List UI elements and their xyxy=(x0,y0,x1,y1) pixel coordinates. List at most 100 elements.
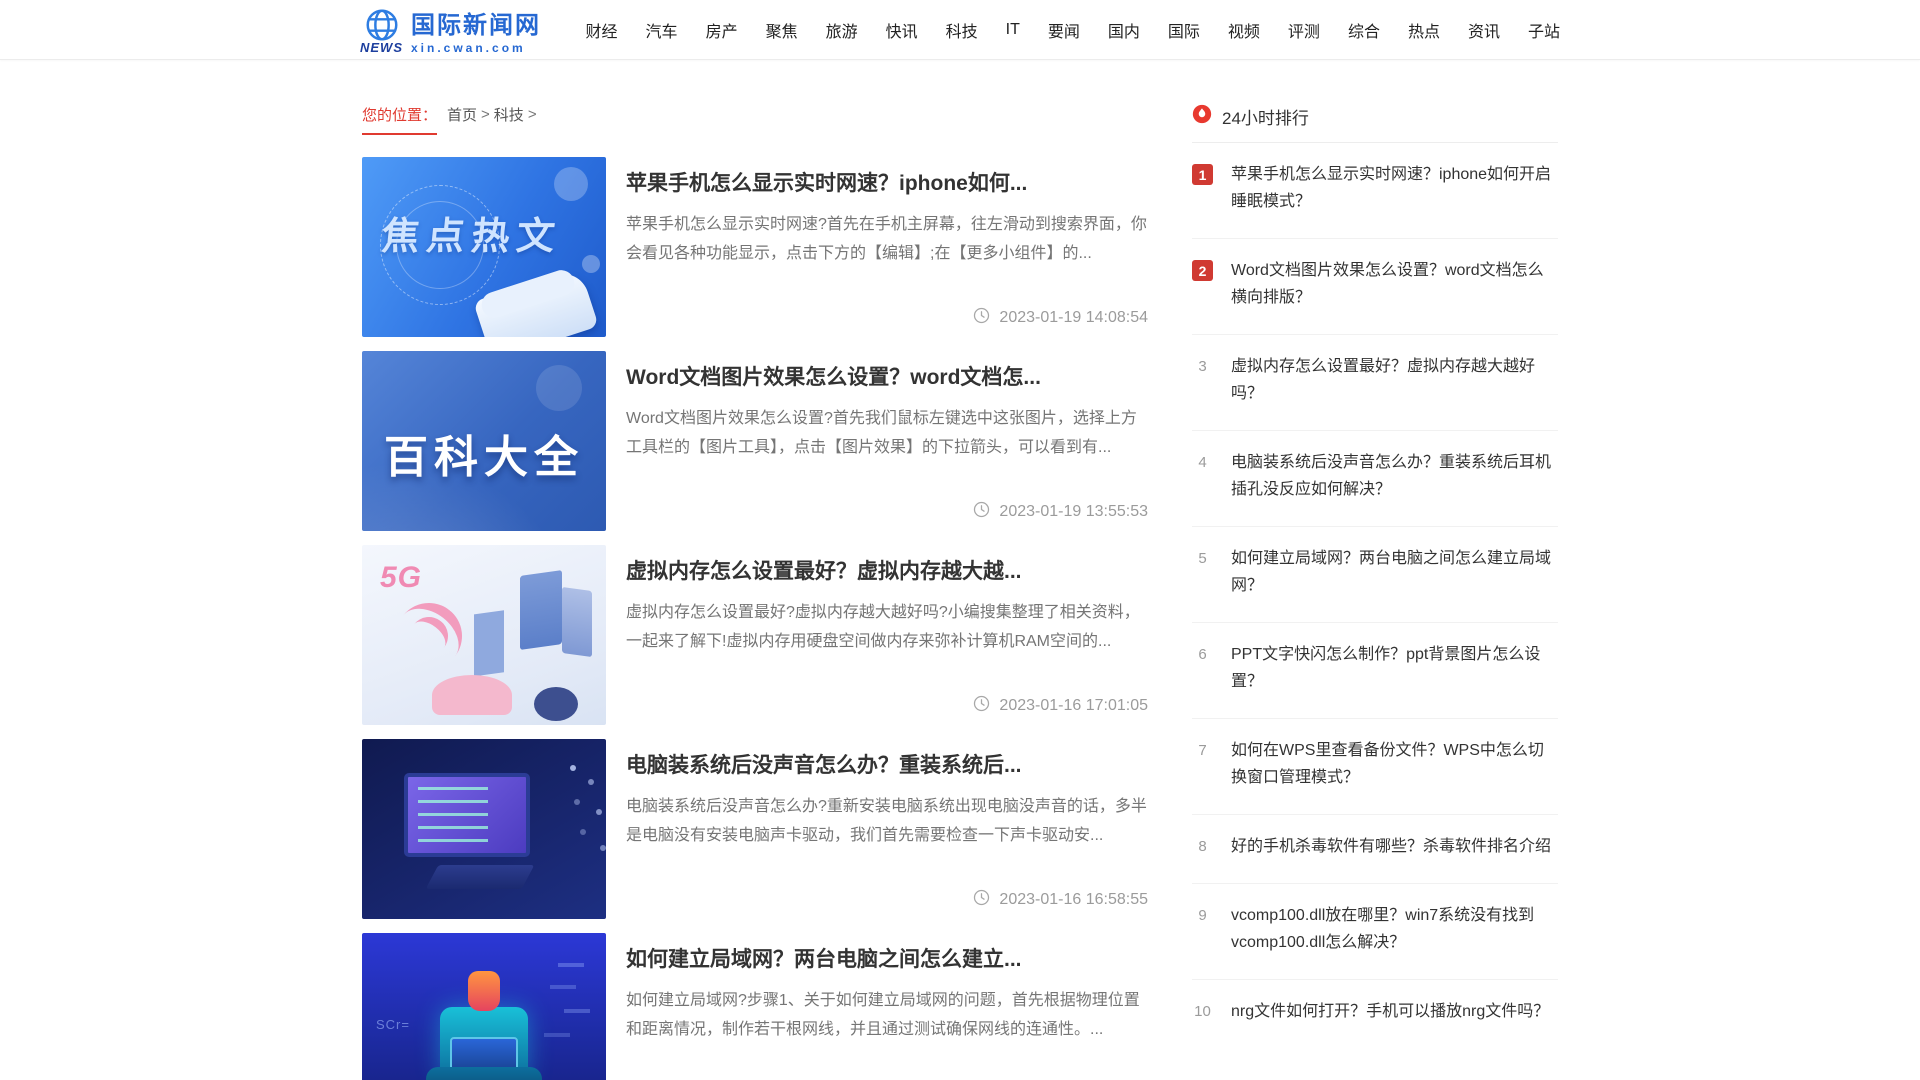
ranking-item[interactable]: 9 vcomp100.dll放在哪里？win7系统没有找到vcomp100.dl… xyxy=(1192,884,1558,980)
ranking-item-text: 苹果手机怎么显示实时网速？iphone如何开启睡眠模式？ xyxy=(1231,161,1558,215)
article-summary: 电脑装系统后没声音怎么办?重新安装电脑系统出现电脑没声音的话，多半是电脑没有安装… xyxy=(626,792,1148,850)
nav-item-房产[interactable]: 房产 xyxy=(706,18,738,42)
site-url: xin.cwan.com xyxy=(411,41,541,55)
nav-item-资讯[interactable]: 资讯 xyxy=(1468,18,1500,42)
article-summary: Word文档图片效果怎么设置?首先我们鼠标左键选中这张图片，选择上方工具栏的【图… xyxy=(626,404,1148,462)
article-title[interactable]: 苹果手机怎么显示实时网速？iphone如何... xyxy=(626,167,1148,197)
rank-number-badge: 6 xyxy=(1192,644,1213,665)
breadcrumb-separator: > xyxy=(528,106,537,123)
ranking-item-text: 如何在WPS里查看备份文件？WPS中怎么切换窗口管理模式？ xyxy=(1231,737,1558,791)
ranking-24h-title: 24小时排行 xyxy=(1222,104,1309,129)
ranking-item[interactable]: 6 PPT文字快闪怎么制作？ppt背景图片怎么设置？ xyxy=(1192,623,1558,719)
ranking-item[interactable]: 3 虚拟内存怎么设置最好？虚拟内存越大越好吗？ xyxy=(1192,335,1558,431)
article-thumbnail[interactable]: 百科大全 xyxy=(362,351,606,531)
nav-item-科技[interactable]: 科技 xyxy=(946,18,978,42)
ranking-item-text: 虚拟内存怎么设置最好？虚拟内存越大越好吗？ xyxy=(1231,353,1558,407)
rank-number-badge: 3 xyxy=(1192,356,1213,377)
rank-number-badge: 2 xyxy=(1192,260,1213,281)
article-time-text: 2023-01-19 13:55:53 xyxy=(999,503,1148,521)
nav-item-IT[interactable]: IT xyxy=(1006,21,1020,39)
article-summary: 苹果手机怎么显示实时网速?首先在手机主屏幕，往左滑动到搜索界面，你会看见各种功能… xyxy=(626,210,1148,268)
article-summary: 如何建立局域网?步骤1、关于如何建立局域网的问题，首先根据物理位置和距离情况，制… xyxy=(626,986,1148,1044)
article-row: 焦点热文 苹果手机怎么显示实时网速？iphone如何... 苹果手机怎么显示实时… xyxy=(362,157,1148,337)
article-time-text: 2023-01-19 14:08:54 xyxy=(999,309,1148,327)
article-title[interactable]: 虚拟内存怎么设置最好？虚拟内存越大越... xyxy=(626,555,1148,585)
nav-item-快讯[interactable]: 快讯 xyxy=(886,18,918,42)
clock-icon xyxy=(973,307,990,329)
article-title[interactable]: 如何建立局域网？两台电脑之间怎么建立... xyxy=(626,943,1148,973)
page-content: 您的位置： 首页 > 科技 > 焦点热文 苹果手机怎么显示实时网速？iphone… xyxy=(362,104,1558,1080)
nav-item-子站[interactable]: 子站 xyxy=(1528,18,1560,42)
article-title[interactable]: 电脑装系统后没声音怎么办？重装系统后... xyxy=(626,749,1148,779)
sidebar: 24小时排行 1 苹果手机怎么显示实时网速？iphone如何开启睡眠模式？ 2 … xyxy=(1192,104,1558,1080)
nav-item-视频[interactable]: 视频 xyxy=(1228,18,1260,42)
nav-item-汽车[interactable]: 汽车 xyxy=(646,18,678,42)
article-title[interactable]: Word文档图片效果怎么设置？word文档怎... xyxy=(626,361,1148,391)
thumbnail-caption: 百科大全 xyxy=(362,421,606,485)
clock-icon xyxy=(973,889,990,911)
article-timestamp: 2023-01-16 16:58:55 xyxy=(973,889,1148,911)
ranking-item-text: PPT文字快闪怎么制作？ppt背景图片怎么设置？ xyxy=(1231,641,1558,695)
article-row: 百科大全 Word文档图片效果怎么设置？word文档怎... Word文档图片效… xyxy=(362,351,1148,531)
thumbnail-caption: 焦点热文 xyxy=(362,205,585,260)
logo-news-label: NEWS xyxy=(360,40,403,55)
ranking-item-text: Word文档图片效果怎么设置？word文档怎么横向排版？ xyxy=(1231,257,1558,311)
article-thumbnail[interactable] xyxy=(362,739,606,919)
article-time-text: 2023-01-16 16:58:55 xyxy=(999,891,1148,909)
nav-item-国际[interactable]: 国际 xyxy=(1168,18,1200,42)
nav-item-聚焦[interactable]: 聚焦 xyxy=(766,18,798,42)
breadcrumb-section-link[interactable]: 科技 xyxy=(494,104,524,125)
nav-item-财经[interactable]: 财经 xyxy=(586,18,618,42)
clock-icon xyxy=(973,501,990,523)
article-timestamp: 2023-01-19 13:55:53 xyxy=(973,501,1148,523)
article-thumbnail[interactable]: 5G xyxy=(362,545,606,725)
nav-item-综合[interactable]: 综合 xyxy=(1348,18,1380,42)
ranking-item-text: 如何建立局域网？两台电脑之间怎么建立局域网？ xyxy=(1231,545,1558,599)
nav-item-热点[interactable]: 热点 xyxy=(1408,18,1440,42)
nav-list: 财经 汽车 房产 聚焦 旅游 快讯 科技 IT 要闻 国内 国际 视频 评测 综合 热点 资讯 子站 xyxy=(571,18,1560,42)
nav-item-要闻[interactable]: 要闻 xyxy=(1048,18,1080,42)
site-logo[interactable]: NEWS 国际新闻网 xin.cwan.com xyxy=(360,5,541,55)
rank-number-badge: 8 xyxy=(1192,836,1213,857)
breadcrumb-label: 您的位置： xyxy=(362,104,437,135)
article-list: 焦点热文 苹果手机怎么显示实时网速？iphone如何... 苹果手机怎么显示实时… xyxy=(362,157,1148,1080)
article-summary: 虚拟内存怎么设置最好?虚拟内存越大越好吗?小编搜集整理了相关资料，一起来了解下!… xyxy=(626,598,1148,656)
nav-item-国内[interactable]: 国内 xyxy=(1108,18,1140,42)
ranking-item-text: 好的手机杀毒软件有哪些？杀毒软件排名介绍 xyxy=(1231,833,1551,860)
rank-number-badge: 4 xyxy=(1192,452,1213,473)
nav-item-旅游[interactable]: 旅游 xyxy=(826,18,858,42)
rank-number-badge: 9 xyxy=(1192,905,1213,926)
ranking-item[interactable]: 1 苹果手机怎么显示实时网速？iphone如何开启睡眠模式？ xyxy=(1192,143,1558,239)
article-timestamp: 2023-01-19 14:08:54 xyxy=(973,307,1148,329)
ranking-item[interactable]: 10 nrg文件如何打开？手机可以播放nrg文件吗？ xyxy=(1192,980,1558,1048)
article-row: 电脑装系统后没声音怎么办？重装系统后... 电脑装系统后没声音怎么办?重新安装电… xyxy=(362,739,1148,919)
rank-number-badge: 7 xyxy=(1192,740,1213,761)
ranking-item-text: vcomp100.dll放在哪里？win7系统没有找到vcomp100.dll怎… xyxy=(1231,902,1558,956)
ranking-item[interactable]: 5 如何建立局域网？两台电脑之间怎么建立局域网？ xyxy=(1192,527,1558,623)
article-row: 5G 虚拟内存怎么设置最好？虚拟内存越大越... 虚拟内存怎么设置最好?虚拟内存… xyxy=(362,545,1148,725)
rank-number-badge: 5 xyxy=(1192,548,1213,569)
ranking-item-text: nrg文件如何打开？手机可以播放nrg文件吗？ xyxy=(1231,998,1549,1025)
ranking-24h-section: 24小时排行 1 苹果手机怎么显示实时网速？iphone如何开启睡眠模式？ 2 … xyxy=(1192,104,1558,1048)
main-nav: 财经 汽车 房产 聚焦 旅游 快讯 科技 IT 要闻 国内 国际 视频 评测 综合 热点 资讯 子站 xyxy=(571,18,1560,42)
thumbnail-caption: 5G xyxy=(380,561,422,595)
site-name: 国际新闻网 xyxy=(411,5,541,40)
rank-number-badge: 10 xyxy=(1192,1001,1213,1022)
ranking-item[interactable]: 8 好的手机杀毒软件有哪些？杀毒软件排名介绍 xyxy=(1192,815,1558,884)
ranking-item[interactable]: 4 电脑装系统后没声音怎么办？重装系统后耳机插孔没反应如何解决？ xyxy=(1192,431,1558,527)
breadcrumb: 您的位置： 首页 > 科技 > xyxy=(362,104,1148,135)
article-thumbnail[interactable]: 焦点热文 xyxy=(362,157,606,337)
breadcrumb-home-link[interactable]: 首页 xyxy=(447,104,477,125)
top-bar: NEWS 国际新闻网 xin.cwan.com 财经 汽车 房产 聚焦 旅游 快讯 科技 IT… xyxy=(0,0,1920,60)
article-thumbnail[interactable]: SCr= xyxy=(362,933,606,1080)
ranking-item[interactable]: 7 如何在WPS里查看备份文件？WPS中怎么切换窗口管理模式？ xyxy=(1192,719,1558,815)
article-time-text: 2023-01-16 17:01:05 xyxy=(999,697,1148,715)
nav-item-评测[interactable]: 评测 xyxy=(1288,18,1320,42)
clock-icon xyxy=(973,695,990,717)
ranking-item[interactable]: 2 Word文档图片效果怎么设置？word文档怎么横向排版？ xyxy=(1192,239,1558,335)
breadcrumb-separator: > xyxy=(481,106,490,123)
flame-icon xyxy=(1192,104,1212,129)
ranking-item-text: 电脑装系统后没声音怎么办？重装系统后耳机插孔没反应如何解决？ xyxy=(1231,449,1558,503)
globe-logo-icon: NEWS xyxy=(360,6,403,55)
article-timestamp: 2023-01-16 17:01:05 xyxy=(973,695,1148,717)
